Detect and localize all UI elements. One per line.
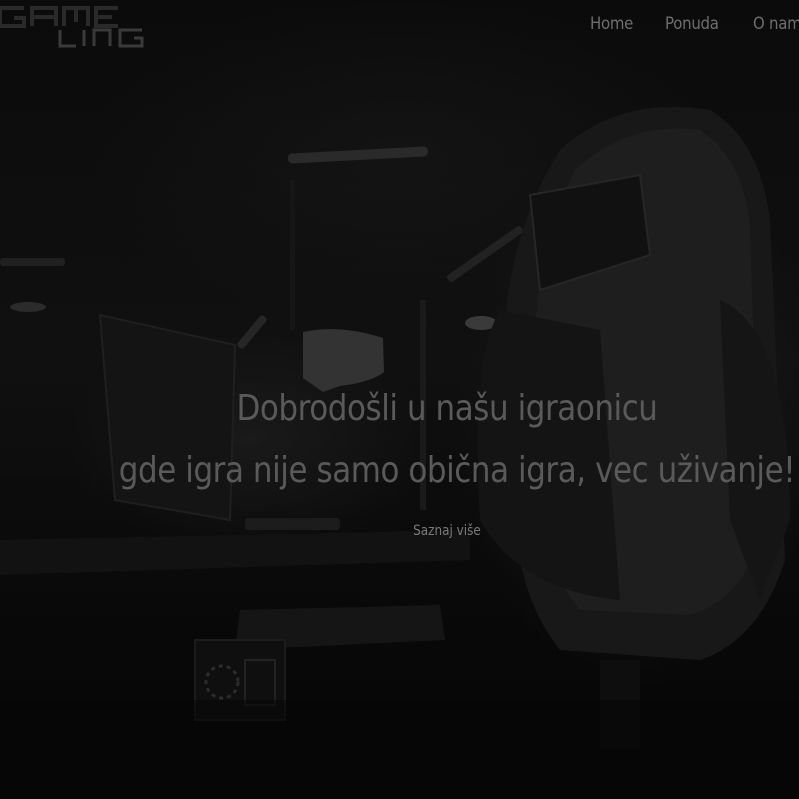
hero-heading-line-1: Dobrodošli u našu igraonicu <box>236 388 658 429</box>
nav-link-ponuda[interactable]: Ponuda <box>665 14 719 34</box>
gaming-logo[interactable] <box>0 4 164 52</box>
learn-more-button[interactable]: Saznaj više <box>395 519 498 543</box>
nav-link-home[interactable]: Home <box>590 14 633 34</box>
page: Home Ponuda O nama Dobrodošli u našu igr… <box>0 0 799 799</box>
nav-link-o-nama[interactable]: O nama <box>753 14 799 34</box>
hero-heading-line-2: gde igra nije samo obična igra, vec uživ… <box>118 450 796 491</box>
